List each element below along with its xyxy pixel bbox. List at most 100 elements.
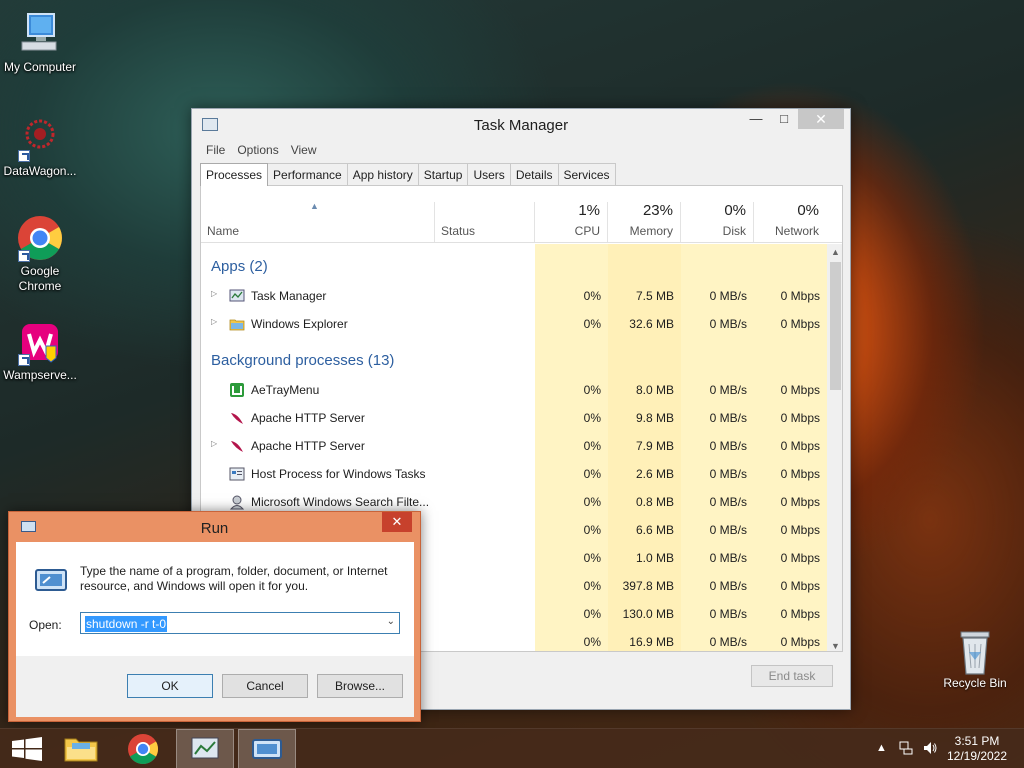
column-network[interactable]: 0% Network (754, 186, 827, 243)
tab-app-history[interactable]: App history (346, 163, 419, 185)
open-input-value[interactable]: shutdown -r t-0 (85, 616, 168, 632)
run-close-button[interactable]: ✕ (382, 512, 412, 532)
tab-users[interactable]: Users (467, 163, 511, 185)
table-row[interactable]: Apache HTTP Server 0% 9.8 MB 0 MB/s 0 Mb… (201, 404, 826, 432)
table-row[interactable]: ▷ Apache HTTP Server 0% 7.9 MB 0 MB/s 0 … (201, 432, 826, 460)
column-cpu[interactable]: 1% CPU (535, 186, 608, 243)
column-disk[interactable]: 0% Disk (681, 186, 754, 243)
table-row[interactable]: ▷ Task Manager 0% 7.5 MB 0 MB/s 0 Mbps (201, 282, 826, 310)
process-cpu: 0% (583, 495, 601, 509)
show-hidden-icons[interactable]: ▲ (876, 742, 887, 754)
network-icon[interactable] (898, 740, 914, 759)
column-name[interactable]: Name (201, 186, 435, 243)
start-button[interactable] (0, 729, 58, 768)
tab-strip: Processes Performance App history Startu… (200, 163, 616, 186)
vertical-scrollbar[interactable]: ▲ ▼ (827, 244, 842, 651)
run-icon (252, 739, 282, 759)
taskbar-chrome[interactable] (114, 729, 172, 768)
group-title: Apps (2) (211, 258, 268, 275)
table-row[interactable]: Host Process for Windows Tasks 0% 2.6 MB… (201, 460, 826, 488)
maximize-button[interactable]: □ (770, 109, 798, 129)
run-button-row: OK Cancel Browse... (16, 656, 414, 717)
memory-label: Memory (629, 224, 673, 238)
tab-startup[interactable]: Startup (417, 163, 469, 185)
tab-details[interactable]: Details (509, 163, 559, 185)
cancel-button[interactable]: Cancel (222, 674, 308, 698)
shortcut-arrow-icon (18, 150, 30, 162)
table-row[interactable]: ▷ Windows Explorer 0% 32.6 MB 0 MB/s 0 M… (201, 310, 826, 338)
clock-date: 12/19/2022 (946, 749, 1008, 763)
chevron-down-icon[interactable]: ⌄ (387, 616, 395, 627)
ok-button[interactable]: OK (127, 674, 213, 698)
process-network: 0 Mbps (780, 289, 820, 303)
volume-icon[interactable] (922, 740, 938, 759)
menu-view[interactable]: View (285, 139, 323, 161)
desktop-icon-google-chrome[interactable]: Google Chrome (0, 214, 80, 294)
process-cpu: 0% (583, 607, 601, 621)
cpu-label: CPU (574, 224, 600, 238)
process-memory: 1.0 MB (635, 551, 674, 565)
column-memory[interactable]: 23% Memory (608, 186, 681, 243)
process-disk: 0 MB/s (709, 289, 747, 303)
column-header: ▲ Name Status 1% CPU 23% Memory 0% Disk (201, 186, 842, 243)
process-disk: 0 MB/s (709, 635, 747, 649)
datawagon-icon (16, 114, 64, 162)
process-name: AeTrayMenu (251, 383, 320, 397)
process-disk: 0 MB/s (709, 551, 747, 565)
task-manager-titlebar[interactable]: Task Manager — □ ✕ (192, 109, 850, 139)
process-memory: 32.6 MB (629, 317, 674, 331)
clock-time: 3:51 PM (954, 734, 1000, 748)
process-network: 0 Mbps (780, 635, 820, 649)
computer-icon (16, 10, 64, 58)
tab-processes[interactable]: Processes (200, 163, 269, 186)
desktop-icon-my-computer[interactable]: My Computer (0, 10, 80, 75)
expand-icon[interactable]: ▷ (211, 317, 217, 326)
menu-bar: File Options View (192, 139, 850, 161)
run-titlebar[interactable]: Run ✕ (9, 512, 420, 542)
chrome-icon (16, 214, 64, 262)
process-memory: 7.9 MB (635, 439, 674, 453)
browse-button[interactable]: Browse... (317, 674, 403, 698)
cpu-total: 1% (578, 202, 600, 219)
desktop-icon-datawagon[interactable]: DataWagon... (0, 114, 80, 179)
tab-services[interactable]: Services (557, 163, 616, 185)
taskbar-run[interactable] (238, 729, 296, 768)
menu-file[interactable]: File (200, 139, 231, 161)
process-disk: 0 MB/s (709, 383, 747, 397)
menu-options[interactable]: Options (231, 139, 284, 161)
taskbar-clock[interactable]: 3:51 PM 12/19/2022 (942, 734, 1012, 764)
process-cpu: 0% (583, 383, 601, 397)
recycle-bin-icon (955, 630, 995, 676)
scroll-up-icon[interactable]: ▲ (827, 244, 842, 260)
column-status[interactable]: Status (435, 186, 535, 243)
process-memory: 397.8 MB (622, 579, 674, 593)
disk-total: 0% (724, 202, 746, 219)
scrollbar-thumb[interactable] (830, 262, 841, 390)
scroll-down-icon[interactable]: ▼ (827, 638, 842, 651)
process-memory: 7.5 MB (635, 289, 674, 303)
end-task-button[interactable]: End task (751, 665, 833, 687)
process-disk: 0 MB/s (709, 439, 747, 453)
process-network: 0 Mbps (780, 411, 820, 425)
tab-performance[interactable]: Performance (267, 163, 348, 185)
desktop-icon-wampserver[interactable]: Wampserve... (0, 318, 80, 383)
close-button[interactable]: ✕ (798, 109, 844, 129)
process-memory: 8.0 MB (635, 383, 674, 397)
minimize-button[interactable]: — (742, 109, 770, 129)
process-disk: 0 MB/s (709, 411, 747, 425)
shortcut-arrow-icon (18, 250, 30, 262)
shortcut-arrow-icon (18, 354, 30, 366)
expand-icon[interactable]: ▷ (211, 439, 217, 448)
desktop-icon-label: Google Chrome (18, 264, 62, 293)
taskbar-task-manager[interactable] (176, 729, 234, 768)
table-row[interactable]: AeTrayMenu 0% 8.0 MB 0 MB/s 0 Mbps (201, 376, 826, 404)
process-cpu: 0% (583, 523, 601, 537)
expand-icon[interactable]: ▷ (211, 289, 217, 298)
open-combobox[interactable]: shutdown -r t-0 ⌄ (80, 612, 400, 634)
process-network: 0 Mbps (780, 383, 820, 397)
network-label: Network (774, 224, 819, 238)
run-description: Type the name of a program, folder, docu… (80, 564, 388, 593)
taskbar-file-explorer[interactable] (52, 729, 110, 768)
aetraymenu-icon (229, 382, 245, 398)
desktop-icon-recycle-bin[interactable]: Recycle Bin (937, 630, 1013, 690)
